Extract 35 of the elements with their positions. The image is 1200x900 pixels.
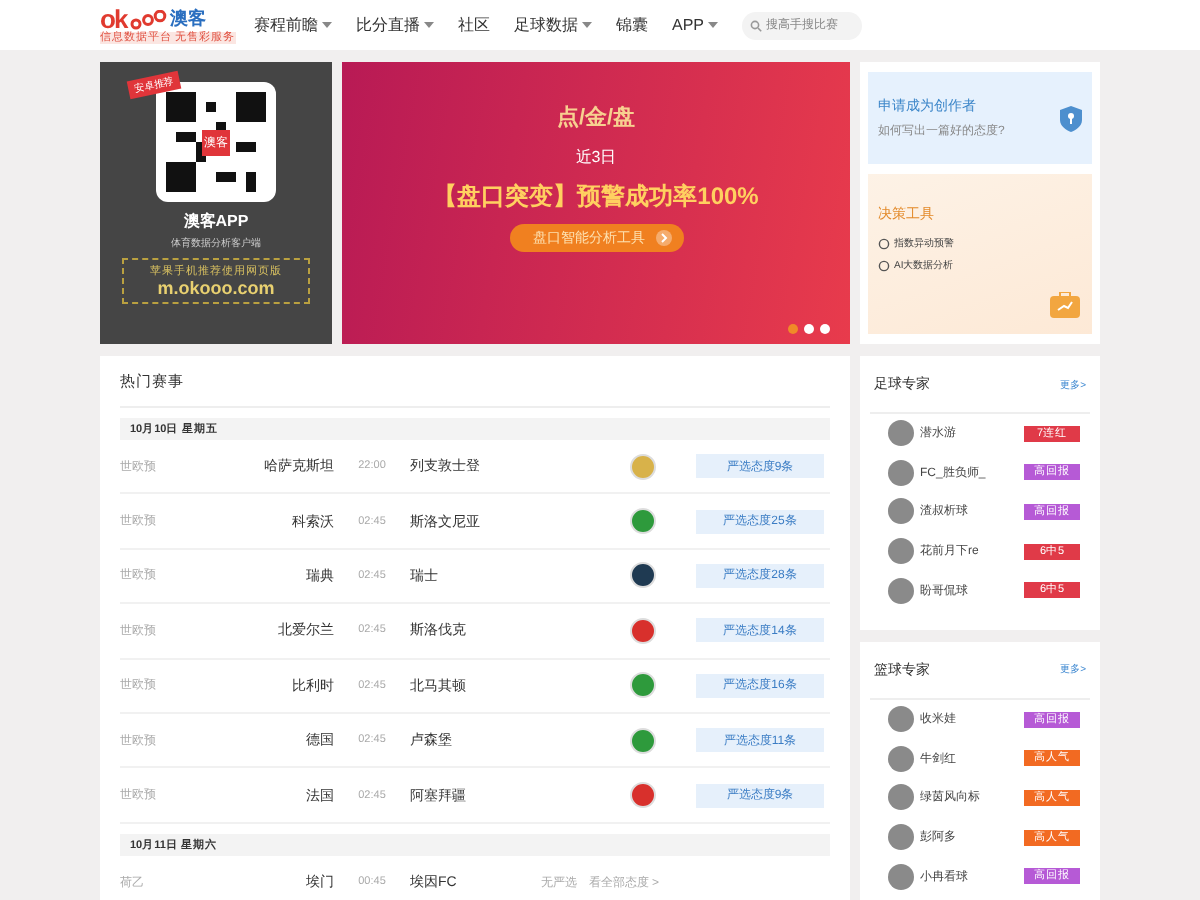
logo-name[interactable]: 澳客: [170, 6, 207, 32]
nav-item[interactable]: 赛程前瞻: [242, 14, 344, 36]
promo-url[interactable]: m.okooo.com: [157, 278, 275, 298]
caret-icon: [424, 22, 434, 28]
logo-circles-icon: [128, 9, 169, 29]
avatar[interactable]: [888, 420, 914, 447]
avatar[interactable]: [888, 784, 914, 811]
avatar[interactable]: [888, 824, 914, 851]
caret-icon: [322, 22, 332, 28]
banner-headline: 【盘口突变】预警成功率100%: [433, 180, 759, 214]
nav-item[interactable]: 比分直播: [344, 14, 446, 36]
avatar[interactable]: [888, 577, 914, 604]
search-icon: [750, 19, 763, 31]
chevron-icon: [655, 230, 671, 246]
caret-icon: [582, 22, 592, 28]
nav-item[interactable]: 锦囊: [604, 14, 660, 36]
carousel-dot[interactable]: [788, 324, 798, 334]
banner-line: 近3日: [575, 146, 617, 168]
briefcase-icon: [1050, 292, 1080, 318]
carousel-dot[interactable]: [804, 324, 814, 334]
avatar[interactable]: [888, 745, 914, 772]
caret-icon: [708, 22, 719, 28]
nav-item[interactable]: 足球数据: [502, 14, 604, 36]
avatar[interactable]: [888, 538, 914, 565]
carousel-dot[interactable]: [820, 324, 830, 334]
banner-heading: 点/金/盘: [556, 103, 636, 132]
nav-item[interactable]: APP: [660, 16, 731, 34]
avatar[interactable]: [888, 706, 914, 733]
shield-icon: [1060, 105, 1082, 131]
nav-item[interactable]: 社区: [446, 14, 502, 36]
promo-title: 澳客APP: [183, 210, 249, 232]
avatar[interactable]: [888, 863, 914, 890]
logo-mark[interactable]: ok: [100, 7, 127, 31]
avatar[interactable]: [888, 498, 914, 525]
avatar[interactable]: [888, 459, 914, 486]
